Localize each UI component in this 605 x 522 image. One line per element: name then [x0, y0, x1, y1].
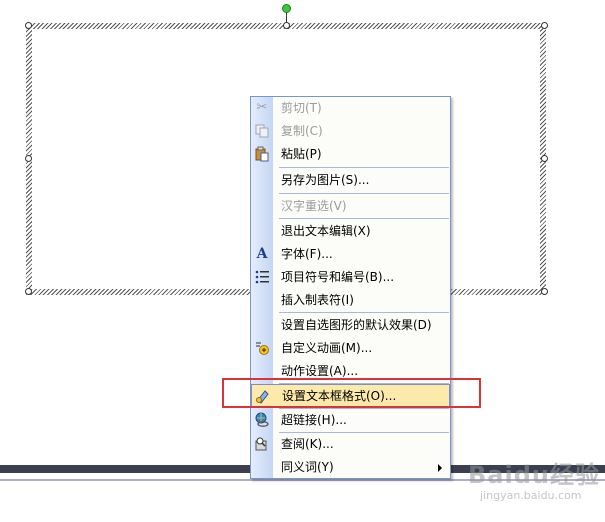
scissors-icon: ✂ — [256, 100, 268, 115]
menu-item-label: 剪切(T) — [281, 101, 322, 115]
menu-item-label: 汉字重选(V) — [281, 199, 347, 213]
menu-item-label: 复制(C) — [281, 124, 323, 138]
menu-item-set-default-effect[interactable]: 设置自选图形的默认效果(D) — [251, 314, 450, 337]
menu-item-bullets-numbering[interactable]: 项目符号和编号(B)... — [251, 266, 450, 289]
menu-item-lookup[interactable]: 查阅(K)... — [251, 433, 450, 456]
context-menu: ✂ 剪切(T) 复制(C) 粘贴(P) 另存为图片(S)... 汉字重选(V) … — [250, 96, 451, 479]
menu-item-label: 项目符号和编号(B)... — [281, 270, 395, 284]
annotation-highlight-box — [222, 378, 481, 408]
lookup-icon — [254, 436, 270, 452]
menu-item-label: 字体(F)... — [281, 247, 333, 261]
watermark-url: jingyan.baidu.com — [480, 489, 582, 502]
menu-item-cut[interactable]: ✂ 剪切(T) — [251, 97, 450, 120]
menu-item-label: 动作设置(A)... — [281, 364, 359, 378]
menu-item-label: 自定义动画(M)... — [281, 341, 373, 355]
hyperlink-icon — [254, 412, 270, 428]
watermark: Baidu经验 jingyan.baidu.com — [468, 455, 600, 515]
watermark-logo: Baidu经验 — [468, 461, 600, 489]
menu-separator — [279, 167, 449, 168]
rotation-handle[interactable] — [282, 4, 291, 13]
menu-separator — [279, 312, 449, 313]
menu-item-insert-tab[interactable]: 插入制表符(I) — [251, 289, 450, 312]
menu-item-copy[interactable]: 复制(C) — [251, 120, 450, 143]
menu-item-label: 退出文本编辑(X) — [281, 224, 371, 238]
resize-handle-top[interactable] — [283, 22, 290, 29]
menu-item-label: 查阅(K)... — [281, 437, 334, 451]
resize-handle-bottom-right[interactable] — [541, 288, 548, 295]
resize-handle-top-left[interactable] — [25, 22, 32, 29]
submenu-arrow-icon — [438, 464, 442, 472]
menu-item-custom-animation[interactable]: 自定义动画(M)... — [251, 337, 450, 360]
resize-handle-left[interactable] — [25, 155, 32, 162]
paste-icon — [254, 146, 270, 162]
menu-item-paste[interactable]: 粘贴(P) — [251, 143, 450, 166]
menu-item-reconvert[interactable]: 汉字重选(V) — [251, 195, 450, 218]
menu-item-label: 同义词(Y) — [281, 460, 334, 474]
menu-item-label: 插入制表符(I) — [281, 293, 354, 307]
custom-animation-icon — [254, 340, 270, 356]
copy-icon — [254, 123, 270, 139]
menu-item-save-as-picture[interactable]: 另存为图片(S)... — [251, 169, 450, 192]
resize-handle-top-right[interactable] — [541, 22, 548, 29]
menu-item-label: 设置自选图形的默认效果(D) — [281, 318, 432, 332]
menu-item-label: 另存为图片(S)... — [281, 173, 370, 187]
resize-handle-bottom-left[interactable] — [25, 288, 32, 295]
menu-item-synonyms[interactable]: 同义词(Y) — [251, 456, 450, 479]
resize-handle-right[interactable] — [541, 155, 548, 162]
menu-item-label: 粘贴(P) — [281, 147, 322, 161]
font-icon: A — [256, 246, 268, 262]
menu-item-exit-text-edit[interactable]: 退出文本编辑(X) — [251, 220, 450, 243]
menu-separator — [279, 218, 449, 219]
menu-item-label: 超链接(H)... — [281, 413, 347, 427]
menu-separator — [279, 193, 449, 194]
menu-item-font[interactable]: A 字体(F)... — [251, 243, 450, 266]
bullets-icon — [254, 269, 270, 285]
menu-item-hyperlink[interactable]: 超链接(H)... — [251, 409, 450, 432]
